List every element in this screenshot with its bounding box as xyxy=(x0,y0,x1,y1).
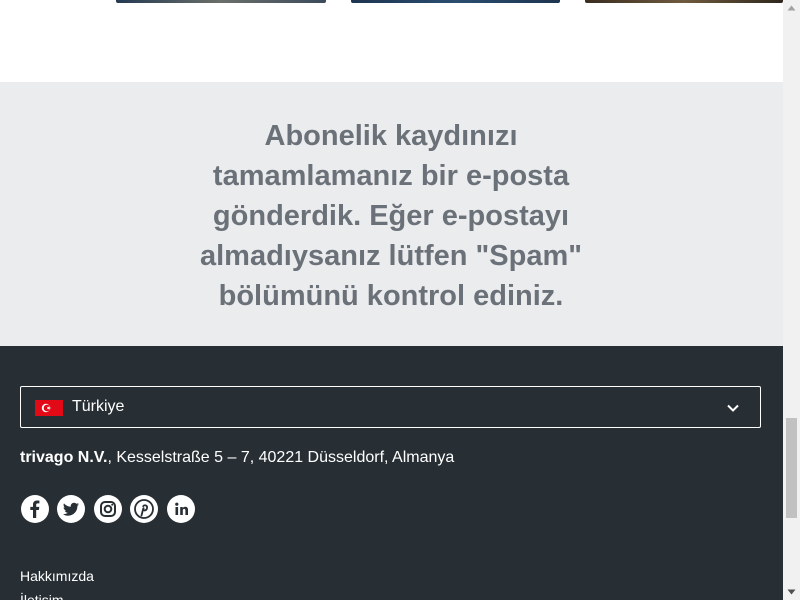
hotel-image[interactable] xyxy=(351,0,560,3)
company-address: trivago N.V., Kesselstraße 5 – 7, 40221 … xyxy=(20,449,454,467)
scrollbar[interactable] xyxy=(783,0,800,600)
company-name: trivago N.V. xyxy=(20,449,108,466)
hotel-image[interactable] xyxy=(585,0,783,3)
country-select[interactable]: Türkiye xyxy=(20,386,761,428)
linkedin-icon[interactable] xyxy=(167,495,195,523)
scrollbar-thumb[interactable] xyxy=(786,418,797,518)
subscription-confirmation: Abonelik kaydınızı tamamlamanız bir e-po… xyxy=(0,82,783,346)
footer-link-contact[interactable]: İletişim xyxy=(20,592,64,600)
twitter-icon[interactable] xyxy=(57,495,85,523)
facebook-icon[interactable] xyxy=(21,495,49,523)
scroll-down-icon[interactable] xyxy=(783,583,800,600)
turkey-flag-icon xyxy=(35,400,63,416)
country-select-value: Türkiye xyxy=(72,398,125,415)
instagram-icon[interactable] xyxy=(94,495,122,523)
page: Abonelik kaydınızı tamamlamanız bir e-po… xyxy=(0,0,783,600)
scroll-up-icon[interactable] xyxy=(783,0,800,17)
confirmation-message: Abonelik kaydınızı tamamlamanız bir e-po… xyxy=(199,120,583,312)
footer-link-about[interactable]: Hakkımızda xyxy=(20,568,94,584)
pinterest-icon[interactable] xyxy=(130,495,158,523)
hotel-images-strip xyxy=(0,0,783,82)
footer: Türkiye trivago N.V., Kesselstraße 5 – 7… xyxy=(0,346,783,600)
address-text: , Kesselstraße 5 – 7, 40221 Düsseldorf, … xyxy=(107,449,455,466)
chevron-down-icon xyxy=(726,401,740,415)
hotel-image[interactable] xyxy=(116,0,326,3)
